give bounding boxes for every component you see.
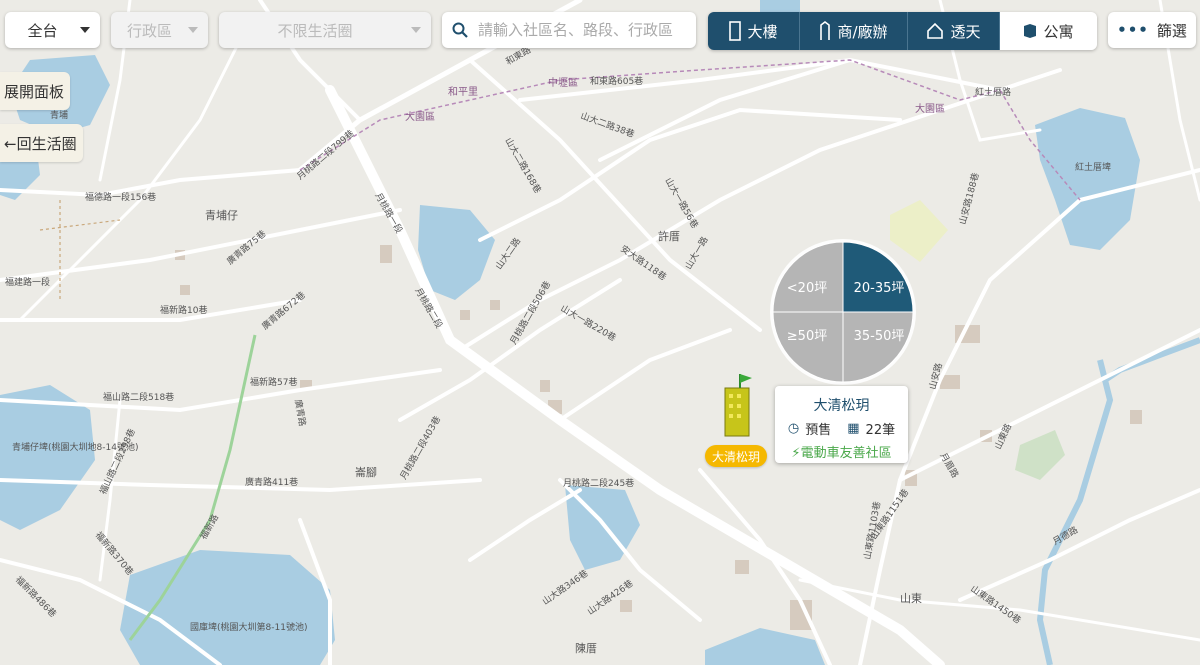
- property-type-toggle: 大樓 商/廠辦 透天 公寓: [708, 12, 1097, 50]
- pie-label-20-35: 20-35坪: [854, 281, 905, 296]
- district-select-value: 行政區: [126, 21, 172, 40]
- clock-icon: ◷: [787, 421, 800, 436]
- ev-friendly-tag: ⚡電動車友善社區: [775, 442, 908, 461]
- building-window: [729, 404, 733, 408]
- road-label: 福山路二段518巷: [103, 391, 174, 403]
- filter-button[interactable]: ••• 篩選: [1108, 12, 1196, 48]
- building-window: [729, 394, 733, 398]
- place-label-shandong: 山東: [900, 592, 922, 605]
- map-canvas[interactable]: 青埔仔 許厝 崙腳 山東 陳厝 青埔 紅土厝埤 青埔仔埤(桃園大圳地8-14號池…: [0, 0, 1200, 665]
- type-building-button[interactable]: 大樓: [708, 12, 800, 50]
- region-select-value: 全台: [27, 21, 58, 40]
- building-window: [737, 394, 741, 398]
- house-icon: [927, 22, 944, 39]
- marker-label[interactable]: 大清松玥: [705, 445, 767, 467]
- road-label: 和東路605巷: [590, 75, 643, 87]
- road-label: 福建路一段: [5, 276, 50, 288]
- open-panel-button[interactable]: 展開面板: [0, 72, 71, 110]
- chevron-down-icon: [188, 27, 198, 33]
- community-popup[interactable]: 大清松玥 ◷ 預售 ▦ 22筆 ⚡電動車友善社區: [775, 386, 908, 463]
- district-label-zhongli: 中壢區: [548, 76, 578, 89]
- road-label: 紅土厝路: [975, 86, 1011, 98]
- back-to-circle-button[interactable]: ←回生活圈: [0, 124, 83, 162]
- more-dots-icon: •••: [1117, 21, 1149, 39]
- marker-label-text: 大清松玥: [711, 449, 760, 464]
- region-select[interactable]: 全台: [5, 12, 100, 48]
- ev-charge-icon: ⚡: [791, 446, 801, 461]
- life-circle-select-value: 不限生活圈: [277, 21, 353, 40]
- road-label: 月桃路二段245巷: [563, 477, 634, 489]
- road-label: 福新路57巷: [250, 376, 297, 388]
- office-icon: [820, 21, 831, 40]
- apartment-icon: [1024, 24, 1037, 38]
- type-townhouse-label: 透天: [950, 22, 981, 41]
- type-apartment-label: 公寓: [1043, 22, 1074, 41]
- search-box[interactable]: [442, 12, 696, 48]
- building-window: [737, 414, 741, 418]
- community-name: 大清松玥: [813, 398, 870, 414]
- community-status: 預售: [805, 423, 832, 438]
- pie-label-over-50: ≥50坪: [787, 329, 827, 344]
- tower-icon: [729, 21, 742, 41]
- place-label-xucuo: 許厝: [658, 230, 680, 243]
- back-to-circle-label: ←回生活圈: [4, 134, 77, 153]
- building-count-icon: ▦: [847, 421, 860, 436]
- lake-label-hongtucuo: 紅土厝埤: [1075, 161, 1111, 173]
- type-building-label: 大樓: [747, 22, 778, 41]
- type-commercial-label: 商/廠辦: [837, 22, 888, 41]
- type-commercial-button[interactable]: 商/廠辦: [800, 12, 908, 50]
- life-circle-select[interactable]: 不限生活圈: [219, 12, 431, 48]
- search-icon: [452, 22, 468, 38]
- pie-label-35-50: 35-50坪: [854, 329, 905, 344]
- pie-label-under-20: <20坪: [787, 281, 827, 296]
- area-pie-selector[interactable]: <20坪 20-35坪 ≥50坪 35-50坪: [770, 239, 916, 385]
- district-select[interactable]: 行政區: [111, 12, 208, 48]
- road-label: 福新路10巷: [160, 304, 207, 316]
- search-input[interactable]: [476, 20, 690, 40]
- road-label: 廣青路411巷: [245, 476, 298, 488]
- building-window: [729, 414, 733, 418]
- community-meta: ◷ 預售 ▦ 22筆: [775, 419, 908, 438]
- district-label-dayuan-2: 大園區: [915, 102, 945, 115]
- lake-label-guoku: 國庫埤(桃園大圳第8-11號池): [190, 621, 307, 633]
- filter-label: 篩選: [1156, 21, 1187, 40]
- type-townhouse-button[interactable]: 透天: [908, 12, 1000, 50]
- type-apartment-button[interactable]: 公寓: [1000, 12, 1097, 50]
- building-window: [737, 404, 741, 408]
- ev-friendly-label: 電動車友善社區: [800, 446, 892, 461]
- chevron-down-icon: [411, 27, 421, 33]
- district-label-dayuan-1: 大園區: [405, 110, 435, 123]
- open-panel-label: 展開面板: [4, 82, 65, 101]
- district-label-heping: 和平里: [448, 86, 478, 98]
- place-label-chencuo: 陳厝: [575, 642, 597, 655]
- chevron-down-icon: [80, 27, 90, 33]
- place-label-qingpuzai: 青埔仔: [205, 209, 238, 222]
- place-label-lunjiao: 崙腳: [355, 466, 377, 479]
- lake-label-qingpu: 青埔: [50, 109, 68, 121]
- community-count: 22筆: [865, 423, 896, 438]
- road-label: 福德路一段156巷: [85, 191, 156, 203]
